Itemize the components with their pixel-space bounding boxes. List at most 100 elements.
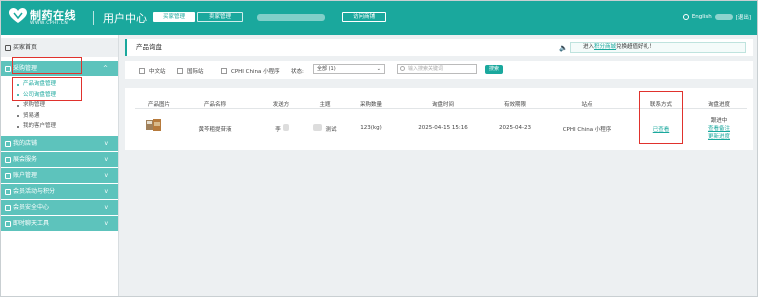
redacted-subject [313,124,322,131]
checkbox-box[interactable] [177,68,183,74]
chevron-down-icon: v [104,171,108,179]
subject: 测试 [325,127,337,133]
sidebar-section-member-points[interactable]: 会员活动与积分 v [1,183,118,200]
product-name[interactable]: 黄芩粗提苷液 [198,125,231,133]
chevron-up-icon: ^ [102,65,108,72]
speaker-icon: 🔈 [559,44,568,52]
page-header-panel: 产品询盘 🔈 进入积分商城兑换超值好礼！ [125,39,753,56]
sidebar-section-my-shop[interactable]: 我的店铺 v [1,135,118,152]
quantity: 123(kg) [360,125,382,131]
chevron-down-icon: v [104,155,108,163]
column-header: 有效期限 [503,102,527,108]
language-link[interactable]: English [692,14,712,20]
chevron-down-icon: v [104,219,108,227]
chat-icon [5,220,11,227]
top-header: 制药在线 WWW.CPHI.CN 用户中心 买家管理 卖家管理 访问商铺 Eng… [1,1,757,35]
checkbox-international-site[interactable]: 国际站 [177,67,204,75]
highlight-contact-column [639,91,683,144]
chevron-down-icon: ⌄ [376,66,381,72]
cart-icon [5,66,11,72]
logo-subtext: WWW.CPHI.CN [30,21,69,26]
page-title: 用户中心 [103,12,147,25]
sidebar-item-my-customers[interactable]: 我的客户管理 [1,121,118,132]
column-header: 站点 [581,102,593,108]
sidebar-section-security[interactable]: 会员安全中心 v [1,199,118,216]
sidebar-section-label: 我的店铺 [13,139,38,147]
inquiry-time: 2025-04-15 15:16 [418,125,468,131]
view-notes-link[interactable]: 查看备注 [708,124,730,132]
tab-buyer-management[interactable]: 买家管理 [153,12,195,22]
column-header: 产品名称 [203,102,227,108]
site-logo[interactable]: 制药在线 WWW.CPHI.CN [9,7,87,29]
sidebar-section-label: 会员活动与积分 [13,187,56,195]
redacted-account [714,14,733,20]
column-header: 采购数量 [359,102,383,108]
checkbox-mini-program[interactable]: CPHI China 小程序 [221,67,280,75]
progress-status: 跟进中 [710,118,728,124]
logout-link[interactable]: [退出] [736,13,751,21]
points-notice: 🔈 进入积分商城兑换超值好礼！ [559,42,746,53]
highlight-inquiry-items [12,77,82,101]
sender-name: 李 [275,127,281,133]
status-select-value: 全部 (1) [317,66,336,72]
account-icon [5,172,11,179]
globe-icon [682,14,689,20]
shield-icon [5,204,11,211]
points-mall-link[interactable]: 积分商城 [594,44,616,50]
site: CPHI China 小程序 [562,127,612,133]
checkbox-label: 中文站 [149,69,166,75]
app-frame: 制药在线 WWW.CPHI.CN 用户中心 买家管理 卖家管理 访问商铺 Eng… [0,0,758,297]
home-icon [5,45,11,51]
column-header: 产品图片 [147,102,171,108]
exhibition-icon [5,156,11,163]
section-title-text: 产品询盘 [136,43,162,51]
chevron-down-icon: v [104,139,108,147]
search-icon [400,66,405,71]
header-right: English [退出] [682,13,751,21]
search-placeholder: 输入搜索关键词 [408,66,444,72]
sidebar-item-buyer-home[interactable]: 买家首页 [1,38,118,58]
sidebar-item-trade-pass[interactable]: 贸易通 [1,111,118,122]
checkbox-chinese-site[interactable]: 中文站 [139,67,166,75]
checkbox-label: CPHI China 小程序 [231,69,280,75]
tab-seller-management[interactable]: 卖家管理 [197,12,243,22]
header-divider [93,11,94,25]
sidebar-item-label: 买家首页 [13,44,38,51]
checkbox-box[interactable] [139,68,145,74]
expiry-date: 2025-04-23 [499,125,531,131]
product-thumbnail[interactable] [146,119,162,131]
sidebar-section-account[interactable]: 账户管理 v [1,167,118,184]
sidebar: 买家首页 采购管理 ^ 产品询盘管理 公司询盘管理 求购管理 贸易通 我的客户管… [1,35,119,296]
sidebar-section-label: 即时聊天工具 [13,219,50,227]
chevron-down-icon: v [104,203,108,211]
highlight-procurement [12,57,82,74]
chevron-down-icon: v [104,187,108,195]
sidebar-section-chat[interactable]: 即时聊天工具 v [1,215,118,232]
update-progress-link[interactable]: 更新进度 [708,132,730,140]
search-button[interactable]: 搜索 [485,65,503,74]
logo-heart-icon [9,8,27,23]
filter-bar: 中文站 国际站 CPHI China 小程序 状态: 全部 (1) ⌄ 输入搜索… [125,61,753,79]
column-header: 主题 [319,102,331,108]
search-input[interactable]: 输入搜索关键词 [397,64,477,74]
visit-shop-button[interactable]: 访问商铺 [342,12,386,22]
redacted-username [257,14,325,21]
column-header: 询盘进度 [707,102,731,108]
notice-suffix: 兑换超值好礼！ [616,44,655,50]
column-header: 询盘时间 [431,102,455,108]
user-icon [5,140,11,147]
sidebar-section-label: 展会服务 [13,155,38,163]
sidebar-section-label: 账户管理 [13,171,38,179]
notice-prefix: 进入 [583,44,595,50]
sidebar-item-purchase-request[interactable]: 求购管理 [1,100,118,111]
column-header: 发送方 [272,102,290,108]
gift-icon [5,188,11,195]
section-title: 产品询盘 🔈 进入积分商城兑换超值好礼！ [125,39,753,56]
checkbox-label: 国际站 [187,69,204,75]
checkbox-box[interactable] [221,68,227,74]
sidebar-section-exhibition[interactable]: 展会服务 v [1,151,118,168]
sidebar-section-label: 会员安全中心 [13,203,50,211]
redacted-sender [283,124,289,131]
status-label: 状态: [291,69,304,75]
status-select[interactable]: 全部 (1) ⌄ [313,64,385,74]
